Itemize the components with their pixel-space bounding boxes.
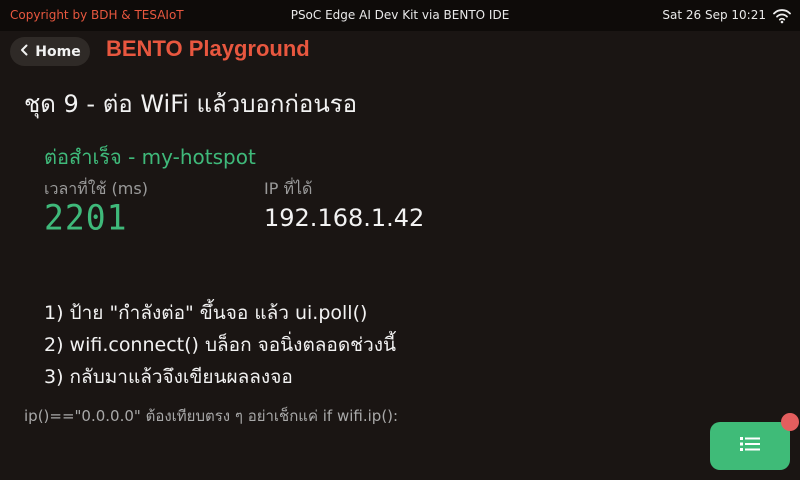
ip-value: 192.168.1.42 [264, 204, 425, 232]
list-item: 2) wifi.connect() บล็อก จอนิ่งตลอดช่วงนี… [44, 334, 397, 356]
app-title: BENTO Playground [106, 36, 310, 61]
status-bar: Copyright by BDH & TESAIoT PSoC Edge AI … [0, 0, 800, 31]
home-button[interactable]: Home [10, 37, 90, 66]
steps-list: 1) ป้าย "กำลังต่อ" ขึ้นจอ แล้ว ui.poll()… [44, 299, 396, 395]
menu-button[interactable] [710, 422, 790, 470]
ip-label: IP ที่ได้ [264, 179, 313, 198]
connection-status: ต่อสำเร็จ - my-hotspot [44, 145, 256, 169]
page-heading: ชุด 9 - ต่อ WiFi แล้วบอกก่อนรอ [24, 90, 358, 118]
wifi-icon [773, 8, 791, 24]
time-value: 2201 [44, 197, 128, 238]
notification-badge [781, 413, 799, 431]
list-item: 1) ป้าย "กำลังต่อ" ขึ้นจอ แล้ว ui.poll() [44, 302, 368, 324]
note-text: ip()=="0.0.0.0" ต้องเทียบตรง ๆ อย่าเช็กแ… [24, 407, 399, 425]
home-label: Home [35, 43, 81, 60]
chevron-left-icon [19, 44, 29, 60]
list-item: 3) กลับมาแล้วจึงเขียนผลลงจอ [44, 366, 293, 388]
list-icon [739, 435, 761, 457]
datetime: Sat 26 Sep 10:21 [662, 8, 766, 22]
